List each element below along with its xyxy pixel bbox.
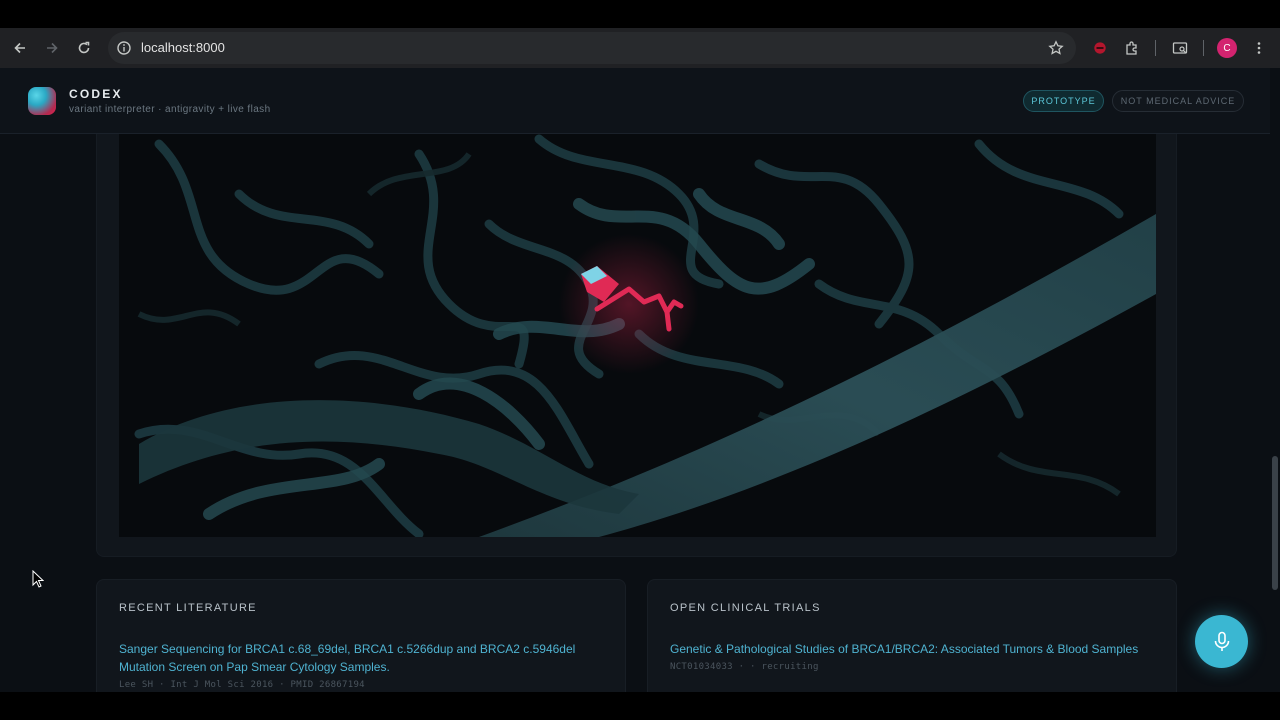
brand-tagline: variant interpreter · antigravity + live…	[69, 104, 271, 115]
toolbar-divider	[1203, 40, 1204, 56]
trials-heading: OPEN CLINICAL TRIALS	[670, 602, 821, 614]
app-logo	[28, 87, 56, 115]
mouse-cursor-icon	[32, 570, 44, 588]
window-bottom-bar	[0, 692, 1280, 720]
back-icon[interactable]	[8, 36, 32, 60]
toolbar-divider	[1155, 40, 1156, 56]
url-text: localhost:8000	[141, 40, 225, 55]
medical-disclaimer-badge: NOT MEDICAL ADVICE	[1112, 90, 1244, 112]
microphone-icon	[1214, 631, 1229, 651]
reload-icon[interactable]	[72, 36, 96, 60]
tab-search-icon[interactable]	[1170, 38, 1190, 58]
extension-blocker-icon[interactable]	[1090, 38, 1110, 58]
protein-ribbon-render	[134, 134, 1156, 537]
brand-name: CODEX	[69, 87, 123, 101]
scrollbar-thumb[interactable]	[1272, 456, 1278, 590]
trial-item-title[interactable]: Genetic & Pathological Studies of BRCA1/…	[670, 640, 1160, 658]
window-top-bar	[0, 0, 1280, 28]
protein-structure-viewer[interactable]	[119, 134, 1156, 537]
site-info-icon[interactable]	[116, 40, 132, 56]
prototype-badge: PROTOTYPE	[1023, 90, 1104, 112]
app-viewport: CODEX variant interpreter · antigravity …	[0, 68, 1280, 692]
menu-kebab-icon[interactable]	[1249, 38, 1269, 58]
browser-toolbar: localhost:8000	[0, 28, 1280, 68]
profile-avatar[interactable]: C	[1217, 38, 1237, 58]
bookmark-star-icon[interactable]	[1048, 40, 1064, 56]
structure-card	[96, 134, 1177, 557]
app-header: CODEX variant interpreter · antigravity …	[0, 68, 1280, 134]
trial-item-meta: NCT01034033 · · recruiting	[670, 662, 819, 672]
literature-panel: RECENT LITERATURE Sanger Sequencing for …	[96, 579, 626, 692]
clinical-trials-panel: OPEN CLINICAL TRIALS Genetic & Pathologi…	[647, 579, 1177, 692]
page-scrollbar[interactable]	[1270, 68, 1280, 692]
voice-input-button[interactable]	[1195, 615, 1248, 668]
address-bar[interactable]: localhost:8000	[108, 32, 1076, 64]
forward-icon[interactable]	[40, 36, 64, 60]
literature-item-meta: Lee SH · Int J Mol Sci 2016 · PMID 26867…	[119, 680, 365, 690]
literature-item-title[interactable]: Sanger Sequencing for BRCA1 c.68_69del, …	[119, 640, 609, 676]
extensions-puzzle-icon[interactable]	[1122, 38, 1142, 58]
literature-heading: RECENT LITERATURE	[119, 602, 257, 614]
